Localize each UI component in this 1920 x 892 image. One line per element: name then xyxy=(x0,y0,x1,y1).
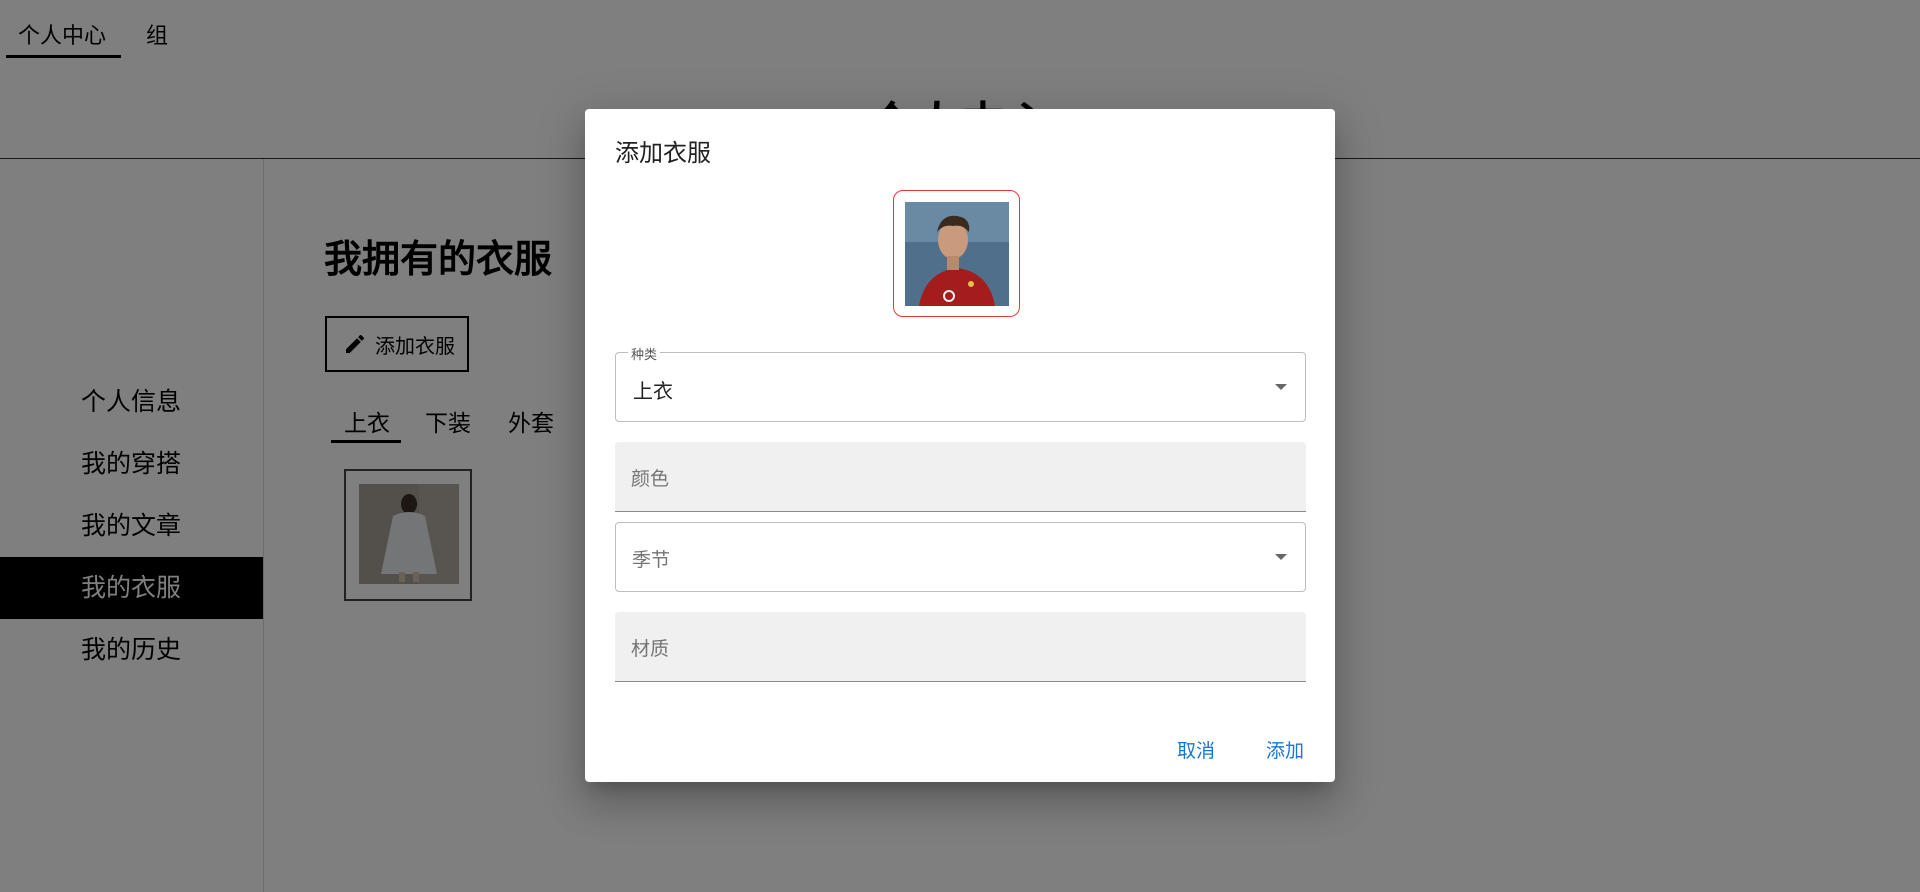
dialog-title: 添加衣服 xyxy=(615,139,711,167)
color-field-placeholder: 颜色 xyxy=(631,468,670,490)
clothing-image-preview xyxy=(905,202,1009,306)
category-select-value: 上衣 xyxy=(633,379,673,403)
category-select-label: 种类 xyxy=(628,344,661,363)
add-clothes-dialog: 添加衣服 种类 上衣 颜色 季节 材质 取消 添加 xyxy=(585,109,1335,782)
caret-down-icon xyxy=(1275,554,1287,560)
category-select[interactable]: 种类 上衣 xyxy=(615,344,1306,422)
season-select[interactable]: 季节 xyxy=(615,522,1306,592)
season-select-placeholder: 季节 xyxy=(632,549,671,571)
cancel-button[interactable]: 取消 xyxy=(1177,736,1215,763)
color-field[interactable]: 颜色 xyxy=(615,442,1306,512)
material-field-placeholder: 材质 xyxy=(631,638,670,660)
image-upload[interactable] xyxy=(893,190,1020,317)
caret-down-icon xyxy=(1275,384,1287,390)
add-button[interactable]: 添加 xyxy=(1266,736,1304,763)
material-field[interactable]: 材质 xyxy=(615,612,1306,682)
